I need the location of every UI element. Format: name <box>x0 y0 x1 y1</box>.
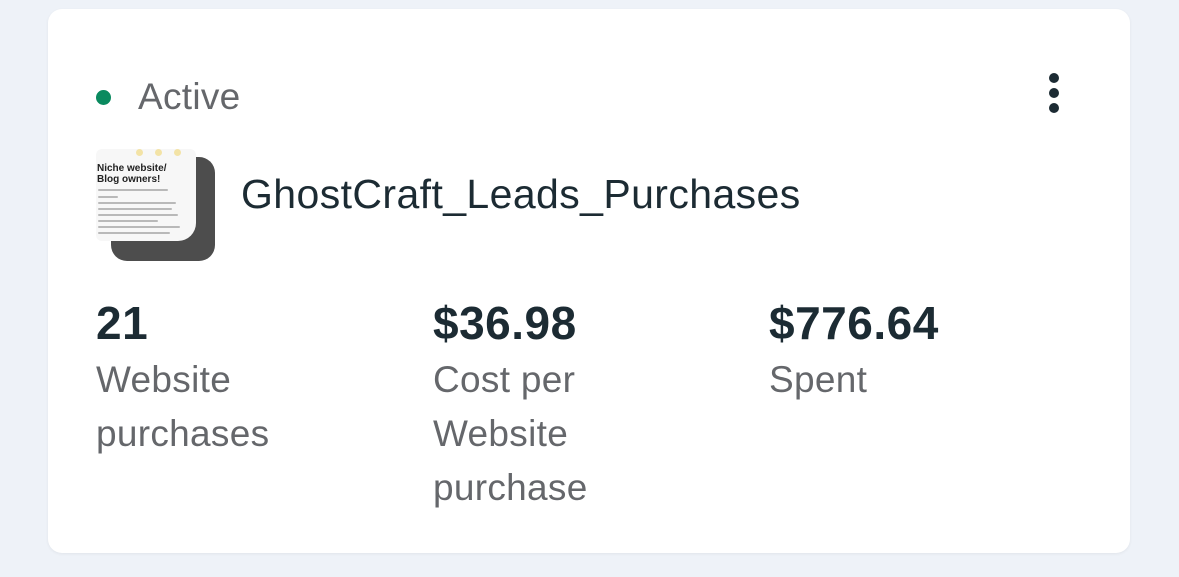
metric-label-line: Website <box>433 413 569 454</box>
more-vertical-icon <box>1049 73 1059 83</box>
metric-label-line: Cost per <box>433 359 576 400</box>
metric-label-line: purchase <box>433 467 588 508</box>
more-options-button[interactable] <box>1034 65 1074 121</box>
metric-website-purchases: 21 Website purchases <box>96 293 269 461</box>
thumbnail-emoji-dots <box>136 149 181 156</box>
metric-label-line: Spent <box>769 359 868 400</box>
metric-label-line: purchases <box>96 413 270 454</box>
metric-label-line: Website <box>96 359 232 400</box>
metric-value: 21 <box>96 297 149 349</box>
status-label: Active <box>138 76 241 117</box>
status-dot-icon <box>96 89 111 105</box>
campaign-name[interactable]: GhostCraft_Leads_Purchases <box>241 171 801 218</box>
thumbnail-preview: Niche website/ Blog owners! <box>96 149 196 241</box>
metric-value: $36.98 <box>433 297 577 349</box>
thumbnail-title: Niche website/ Blog owners! <box>97 163 167 185</box>
campaign-card[interactable]: Active Niche website/ Blog owners! Ghost… <box>48 9 1130 553</box>
metric-value: $776.64 <box>769 297 939 349</box>
ad-thumbnail[interactable]: Niche website/ Blog owners! <box>96 139 217 261</box>
metric-amount-spent: $776.64 Spent <box>769 293 939 407</box>
status-indicator: Active <box>96 75 241 119</box>
metric-cost-per-purchase: $36.98 Cost per Website purchase <box>433 293 588 515</box>
